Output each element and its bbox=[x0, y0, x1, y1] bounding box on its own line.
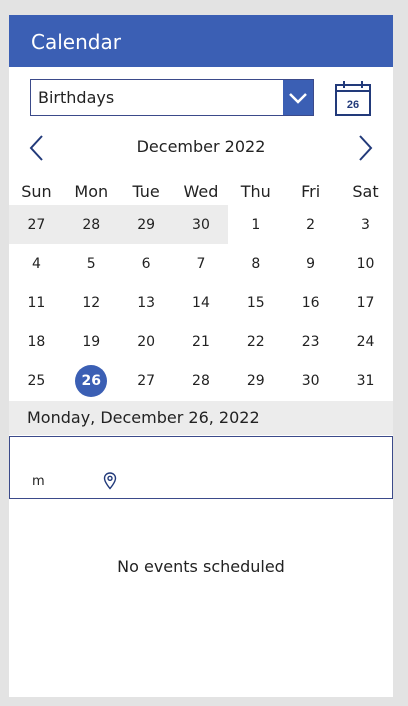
day-cell[interactable]: 31 bbox=[338, 361, 393, 400]
weekday-label: Sat bbox=[352, 182, 379, 201]
calendar-week-row: 11 12 13 14 15 16 17 bbox=[9, 283, 393, 322]
calendar-week-row: 18 19 20 21 22 23 24 bbox=[9, 322, 393, 361]
calendar-selector-dropdown[interactable]: Birthdays bbox=[30, 79, 314, 116]
chevron-right-icon bbox=[359, 135, 373, 161]
weekday-header: Sun Mon Tue Wed Thu Fri Sat bbox=[9, 183, 393, 201]
calendar-app: Calendar Birthdays 26 December 2022 Sun … bbox=[9, 15, 393, 697]
day-cell[interactable]: 3 bbox=[338, 205, 393, 244]
chevron-down-icon bbox=[289, 92, 307, 104]
day-cell[interactable]: 23 bbox=[283, 322, 338, 361]
day-cell[interactable]: 10 bbox=[338, 244, 393, 283]
app-title: Calendar bbox=[31, 30, 121, 54]
day-cell[interactable]: 19 bbox=[64, 322, 119, 361]
next-month-button[interactable] bbox=[355, 133, 375, 163]
calendar-icon: 26 bbox=[335, 81, 371, 116]
event-title: m bbox=[32, 474, 45, 489]
day-cell[interactable]: 22 bbox=[228, 322, 283, 361]
dropdown-selected-value: Birthdays bbox=[38, 88, 115, 107]
day-cell[interactable]: 4 bbox=[9, 244, 64, 283]
day-cell[interactable]: 16 bbox=[283, 283, 338, 322]
day-cell[interactable]: 24 bbox=[338, 322, 393, 361]
month-label: December 2022 bbox=[136, 137, 266, 156]
calendar-week-row: 27 28 29 30 1 2 3 bbox=[9, 205, 393, 244]
calendar-week-row: 4 5 6 7 8 9 10 bbox=[9, 244, 393, 283]
day-cell[interactable]: 2 bbox=[283, 205, 338, 244]
location-pin-icon bbox=[103, 472, 117, 490]
day-cell[interactable]: 28 bbox=[174, 361, 229, 400]
empty-state-message: No events scheduled bbox=[117, 557, 285, 576]
day-cell[interactable]: 27 bbox=[9, 205, 64, 244]
day-cell[interactable]: 9 bbox=[283, 244, 338, 283]
dropdown-toggle-button[interactable] bbox=[283, 80, 313, 115]
weekday-label: Wed bbox=[183, 182, 219, 201]
selected-day-marker: 26 bbox=[75, 364, 108, 397]
day-cell[interactable]: 11 bbox=[9, 283, 64, 322]
day-cell[interactable]: 7 bbox=[174, 244, 229, 283]
day-cell[interactable]: 13 bbox=[119, 283, 174, 322]
weekday-label: Fri bbox=[301, 182, 321, 201]
calendar-grid: 27 28 29 30 1 2 3 4 5 6 7 8 9 10 11 12 1… bbox=[9, 205, 393, 400]
day-cell[interactable]: 30 bbox=[283, 361, 338, 400]
weekday-label: Tue bbox=[132, 182, 160, 201]
day-cell[interactable]: 6 bbox=[119, 244, 174, 283]
day-cell[interactable]: 8 bbox=[228, 244, 283, 283]
day-cell[interactable]: 29 bbox=[228, 361, 283, 400]
weekday-label: Sun bbox=[21, 182, 52, 201]
selected-date-bar: Monday, December 26, 2022 bbox=[9, 401, 393, 435]
day-cell[interactable]: 27 bbox=[119, 361, 174, 400]
selected-date-label: Monday, December 26, 2022 bbox=[27, 408, 260, 427]
day-cell[interactable]: 20 bbox=[119, 322, 174, 361]
day-cell[interactable]: 25 bbox=[9, 361, 64, 400]
day-cell[interactable]: 5 bbox=[64, 244, 119, 283]
day-cell[interactable]: 15 bbox=[228, 283, 283, 322]
day-cell[interactable]: 18 bbox=[9, 322, 64, 361]
weekday-label: Mon bbox=[74, 182, 109, 201]
day-cell[interactable]: 30 bbox=[173, 205, 229, 244]
day-cell[interactable]: 12 bbox=[64, 283, 119, 322]
day-cell[interactable]: 17 bbox=[338, 283, 393, 322]
day-cell-selected[interactable]: 26 bbox=[64, 361, 119, 400]
calendar-today-button[interactable]: 26 bbox=[334, 79, 372, 117]
weekday-label: Thu bbox=[240, 182, 271, 201]
day-cell[interactable]: 1 bbox=[228, 205, 283, 244]
app-header: Calendar bbox=[9, 15, 393, 67]
day-cell[interactable]: 21 bbox=[174, 322, 229, 361]
day-cell[interactable]: 28 bbox=[63, 205, 119, 244]
calendar-week-row: 25 26 27 28 29 30 31 bbox=[9, 361, 393, 400]
day-cell[interactable]: 29 bbox=[118, 205, 174, 244]
day-cell[interactable]: 14 bbox=[174, 283, 229, 322]
calendar-icon-day: 26 bbox=[347, 99, 359, 111]
event-item[interactable]: m bbox=[9, 436, 393, 499]
